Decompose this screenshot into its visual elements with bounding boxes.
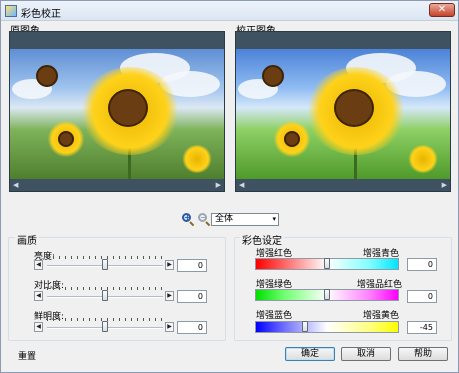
scroll-right-icon[interactable]: ▶ — [216, 181, 221, 189]
brightness-value[interactable]: 0 — [177, 259, 207, 272]
small-sunflower — [182, 145, 212, 173]
original-scrollbar[interactable]: ◀ ▶ — [10, 179, 224, 191]
sharpness-value[interactable]: 0 — [177, 321, 207, 334]
zoom-in-icon[interactable]: + — [181, 212, 195, 227]
ok-button[interactable]: 确定 — [285, 347, 335, 361]
contrast-decrease-button[interactable]: ◀ — [34, 291, 43, 301]
green-magenta-value[interactable]: 0 — [407, 290, 437, 303]
help-button[interactable]: 帮助 — [398, 347, 448, 361]
sunflower-center — [334, 89, 374, 127]
reset-button[interactable]: 重置 — [18, 349, 36, 362]
sharpness-increase-button[interactable]: ▶ — [165, 322, 174, 332]
scroll-left-icon[interactable]: ◀ — [13, 181, 18, 189]
sunflower-center — [108, 89, 148, 127]
brightness-decrease-button[interactable]: ◀ — [34, 260, 43, 270]
cancel-button[interactable]: 取消 — [341, 347, 391, 361]
contrast-thumb[interactable] — [102, 290, 108, 301]
chevron-down-icon: ▾ — [272, 215, 276, 223]
brightness-increase-button[interactable]: ▶ — [165, 260, 174, 270]
enhance-yellow-label: 增强黄色 — [363, 311, 400, 321]
zoom-out-icon[interactable]: − — [197, 212, 211, 227]
original-image-frame: ◀ ▶ — [9, 31, 225, 192]
red-cyan-thumb[interactable] — [324, 258, 330, 269]
corrected-image-frame: ◀ ▶ — [235, 31, 451, 192]
close-button[interactable]: ✕ — [429, 3, 455, 17]
sunflower-bud — [36, 65, 58, 87]
corrected-image — [236, 49, 450, 179]
corrected-scrollbar[interactable]: ◀ ▶ — [236, 179, 450, 191]
zoom-select-value: 全体 — [215, 214, 234, 224]
blue-yellow-value[interactable]: -45 — [407, 321, 437, 334]
title-bar[interactable]: 彩色校正 ✕ — [1, 1, 458, 21]
original-image — [10, 49, 224, 179]
window-title: 彩色校正 — [21, 9, 61, 20]
sharpness-decrease-button[interactable]: ◀ — [34, 322, 43, 332]
color-correction-dialog: 彩色校正 ✕ 原图象 ◀ ▶ 校正图象 — [0, 0, 459, 373]
image-quality-title: 画质 — [15, 232, 39, 247]
blue-yellow-thumb[interactable] — [302, 321, 309, 332]
scroll-right-icon[interactable]: ▶ — [442, 181, 447, 189]
small-sunflower-center — [58, 131, 74, 147]
sunflower-bud — [262, 65, 284, 87]
color-settings-title: 彩色设定 — [240, 232, 284, 247]
small-sunflower — [408, 145, 438, 173]
red-cyan-value[interactable]: 0 — [407, 258, 437, 271]
sharpness-thumb[interactable] — [102, 321, 108, 332]
zoom-select[interactable]: 全体 ▾ — [211, 213, 279, 226]
green-magenta-thumb[interactable] — [324, 289, 330, 300]
contrast-increase-button[interactable]: ▶ — [165, 291, 174, 301]
brightness-thumb[interactable] — [102, 259, 108, 270]
scroll-left-icon[interactable]: ◀ — [239, 181, 244, 189]
app-icon — [5, 5, 17, 17]
blue-yellow-slider[interactable] — [255, 321, 399, 333]
contrast-value[interactable]: 0 — [177, 290, 207, 303]
small-sunflower-center — [284, 131, 300, 147]
enhance-blue-label: 增强蓝色 — [256, 311, 293, 321]
